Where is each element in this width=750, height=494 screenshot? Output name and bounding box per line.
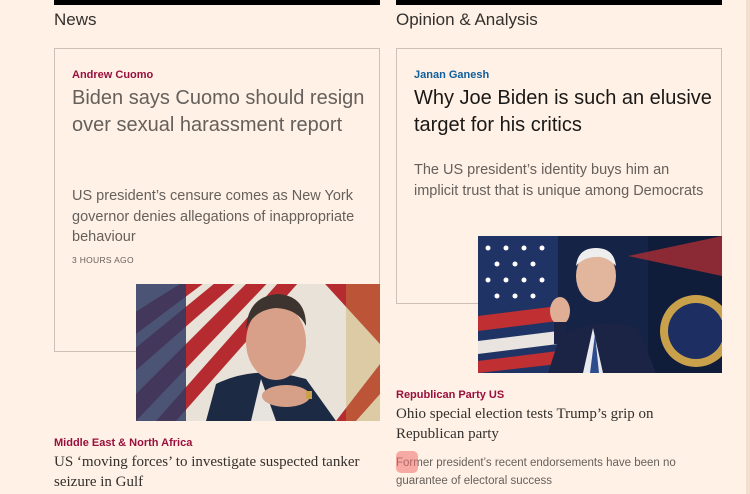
opinion-second-tag[interactable]: Republican Party US [396, 389, 504, 401]
news-top-rule [54, 0, 380, 5]
news-second-tag[interactable]: Middle East & North Africa [54, 437, 192, 449]
opinion-lead-standfirst: The US president’s identity buys him an … [414, 162, 704, 199]
opinion-lead-headline[interactable]: Why Joe Biden is such an elusive target … [414, 85, 714, 139]
opinion-second-standfirst: Former president’s recent endorsements h… [396, 457, 676, 487]
overlay-badge-icon[interactable] [396, 451, 418, 473]
news-lead-tag[interactable]: Andrew Cuomo [72, 69, 153, 81]
news-lead-headline[interactable]: Biden says Cuomo should resign over sexu… [72, 85, 372, 139]
opinion-top-rule [396, 0, 722, 5]
opinion-section-title[interactable]: Opinion & Analysis [396, 10, 538, 30]
scrollbar-track[interactable] [746, 0, 750, 494]
news-lead-timestamp: 3 HOURS AGO [72, 255, 134, 265]
news-second-headline[interactable]: US ‘moving forces’ to investigate suspec… [54, 452, 374, 492]
news-section-title[interactable]: News [54, 10, 97, 30]
news-lead-standfirst: US president’s censure comes as New York… [72, 188, 355, 245]
biden-photo[interactable] [478, 236, 722, 373]
opinion-lead-tag[interactable]: Janan Ganesh [414, 69, 489, 81]
opinion-second-headline[interactable]: Ohio special election tests Trump’s grip… [396, 404, 696, 444]
cuomo-photo[interactable] [136, 284, 380, 421]
